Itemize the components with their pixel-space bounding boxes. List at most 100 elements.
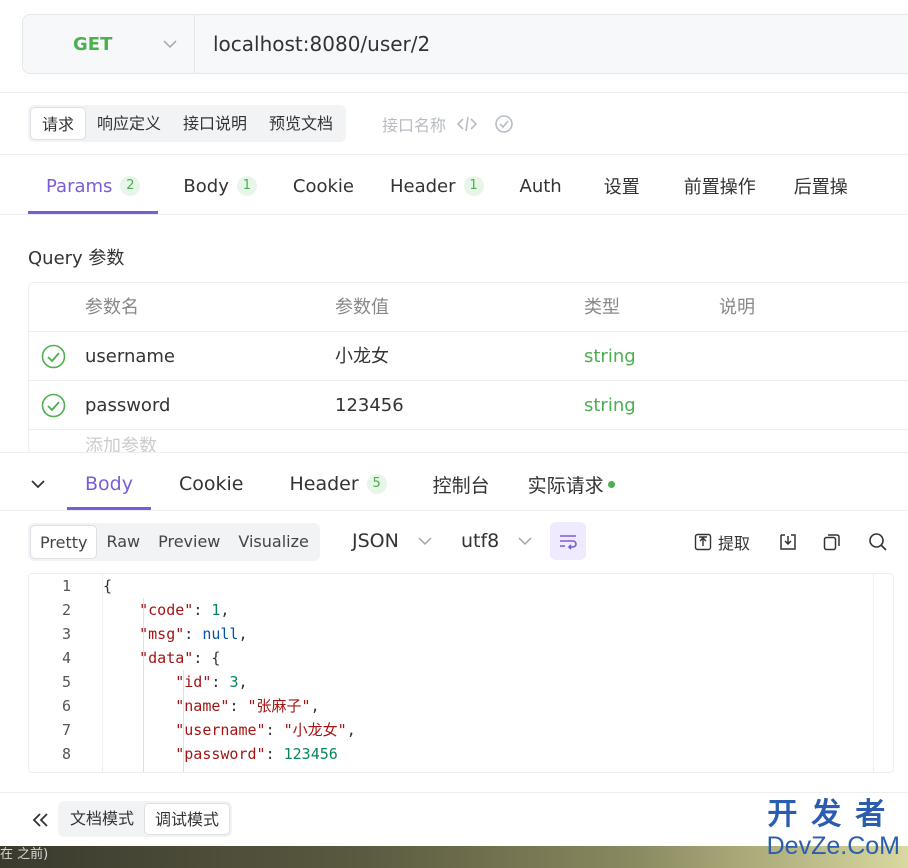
tab-label: Cookie xyxy=(292,175,354,197)
chevron-down-icon xyxy=(518,537,532,546)
tab-label: Params xyxy=(46,175,113,197)
line-number: 2 xyxy=(61,601,71,619)
doc-mode-button[interactable]: 文档模式 xyxy=(60,803,144,835)
param-type[interactable]: string xyxy=(584,381,636,430)
tab-pre-operation[interactable]: 前置操作 xyxy=(664,158,776,214)
view-tab-visualize[interactable]: Visualize xyxy=(229,525,317,559)
line-number: 8 xyxy=(61,745,71,763)
copy-icon xyxy=(823,534,840,551)
extract-button[interactable]: 提取 xyxy=(694,530,750,554)
api-name-placeholder[interactable]: 接口名称 xyxy=(382,112,446,136)
request-url-bar: GET xyxy=(22,14,908,74)
method-select[interactable]: GET xyxy=(23,15,195,73)
response-body-viewer[interactable]: 1 2 3 4 5 6 7 8 { "code": 1, "msg": null… xyxy=(28,573,894,773)
add-param-hint: 添加参数 xyxy=(85,436,157,454)
response-tabs: Body Cookie Header 5 控制台 实际请求 xyxy=(28,458,625,510)
table-row: password 123456 string xyxy=(29,381,908,430)
tab-label: 后置操 xyxy=(793,177,848,198)
encoding-select[interactable]: utf8 xyxy=(461,530,533,552)
tab-label: 设置 xyxy=(603,177,640,198)
tab-badge: 1 xyxy=(236,176,257,196)
subtab-request[interactable]: 请求 xyxy=(30,107,87,140)
tab-body[interactable]: Body 1 xyxy=(165,158,274,214)
subtab-response-definition[interactable]: 响应定义 xyxy=(86,107,172,140)
download-button[interactable] xyxy=(778,530,798,554)
copy-button[interactable] xyxy=(822,530,842,554)
url-input[interactable] xyxy=(213,32,813,56)
param-type[interactable]: string xyxy=(584,332,636,381)
response-tab-cookie[interactable]: Cookie xyxy=(161,458,262,510)
view-tab-raw[interactable]: Raw xyxy=(97,525,149,559)
response-tab-body[interactable]: Body xyxy=(67,458,151,510)
code-icon[interactable] xyxy=(456,115,478,133)
tab-params[interactable]: Params 2 xyxy=(28,158,159,214)
collapse-chevron-icon[interactable] xyxy=(28,474,48,494)
tab-label: Body xyxy=(183,175,229,197)
subtab-api-description[interactable]: 接口说明 xyxy=(172,107,258,140)
tab-badge: 2 xyxy=(120,176,141,196)
chevron-down-icon xyxy=(418,537,432,546)
vertical-scrollbar[interactable] xyxy=(873,574,893,772)
debug-mode-button[interactable]: 调试模式 xyxy=(144,803,231,835)
query-params-table: 参数名 参数值 类型 说明 username 小龙女 string passwo… xyxy=(28,282,908,454)
line-number: 3 xyxy=(61,625,71,643)
method-label: GET xyxy=(73,33,113,55)
check-circle-icon[interactable] xyxy=(41,393,66,418)
watermark-logo: 开发者 DevZe.CoM xyxy=(767,798,900,861)
table-row: username 小龙女 string xyxy=(29,332,908,381)
tab-post-operation[interactable]: 后置操 xyxy=(776,158,866,214)
status-dot xyxy=(607,480,615,488)
format-select[interactable]: JSON xyxy=(352,530,433,552)
line-number: 7 xyxy=(61,721,71,739)
line-number: 6 xyxy=(61,697,71,715)
api-name-area: 接口名称 xyxy=(382,112,514,136)
status-icon[interactable] xyxy=(494,114,514,134)
tab-label: 控制台 xyxy=(432,474,490,497)
taskbar-text: 在 之前) xyxy=(0,847,49,862)
format-value: JSON xyxy=(352,530,399,552)
collapse-left-icon[interactable] xyxy=(30,810,52,830)
code-line: "data": { xyxy=(139,649,221,667)
tab-auth[interactable]: Auth xyxy=(502,158,580,214)
code-line: "id": 3, xyxy=(175,673,248,691)
tab-label: Cookie xyxy=(178,473,244,495)
code-line: "code": 1, xyxy=(139,601,230,619)
view-tab-preview[interactable]: Preview xyxy=(149,525,229,559)
view-tab-pretty[interactable]: Pretty xyxy=(30,525,98,559)
code-line: { xyxy=(103,577,113,595)
response-tab-header[interactable]: Header 5 xyxy=(271,458,404,510)
column-header: 参数值 xyxy=(335,297,389,318)
column-header: 说明 xyxy=(719,297,755,318)
request-subtabs: 请求 响应定义 接口说明 预览文档 xyxy=(28,105,347,142)
column-header: 参数名 xyxy=(85,297,139,318)
response-tab-actual-request[interactable]: 实际请求 xyxy=(518,458,625,510)
word-wrap-button[interactable] xyxy=(550,522,586,560)
search-button[interactable] xyxy=(868,530,888,554)
param-value[interactable]: 123456 xyxy=(335,381,404,430)
view-mode-tabs: Pretty Raw Preview Visualize xyxy=(28,523,320,561)
param-value[interactable]: 小龙女 xyxy=(335,332,389,381)
add-param-row[interactable]: 添加参数 xyxy=(29,430,908,453)
tab-label: Body xyxy=(85,473,133,495)
search-icon xyxy=(869,533,887,551)
line-number: 4 xyxy=(61,649,71,667)
code-line: "name": "张麻子", xyxy=(175,697,320,715)
param-name[interactable]: username xyxy=(85,332,175,381)
tab-badge: 5 xyxy=(366,474,387,494)
tab-settings[interactable]: 设置 xyxy=(580,158,664,214)
tab-cookie[interactable]: Cookie xyxy=(275,158,372,214)
response-tab-console[interactable]: 控制台 xyxy=(415,458,508,510)
code-line: "username": "小龙女", xyxy=(175,721,356,739)
encoding-value: utf8 xyxy=(461,530,500,552)
subtab-preview-doc[interactable]: 预览文档 xyxy=(258,107,344,140)
tab-label: 前置操作 xyxy=(683,177,756,198)
check-circle-icon[interactable] xyxy=(41,344,66,369)
extract-label: 提取 xyxy=(718,534,751,553)
wrap-lines-icon xyxy=(560,535,577,550)
tab-header[interactable]: Header 1 xyxy=(372,158,502,214)
request-tabs: Params 2 Body 1 Cookie Header 1 Auth 设置 前置操… xyxy=(28,158,866,214)
download-icon xyxy=(780,534,796,550)
tab-label: Header xyxy=(389,175,456,197)
column-header: 类型 xyxy=(584,297,620,318)
chevron-down-icon xyxy=(163,40,177,49)
